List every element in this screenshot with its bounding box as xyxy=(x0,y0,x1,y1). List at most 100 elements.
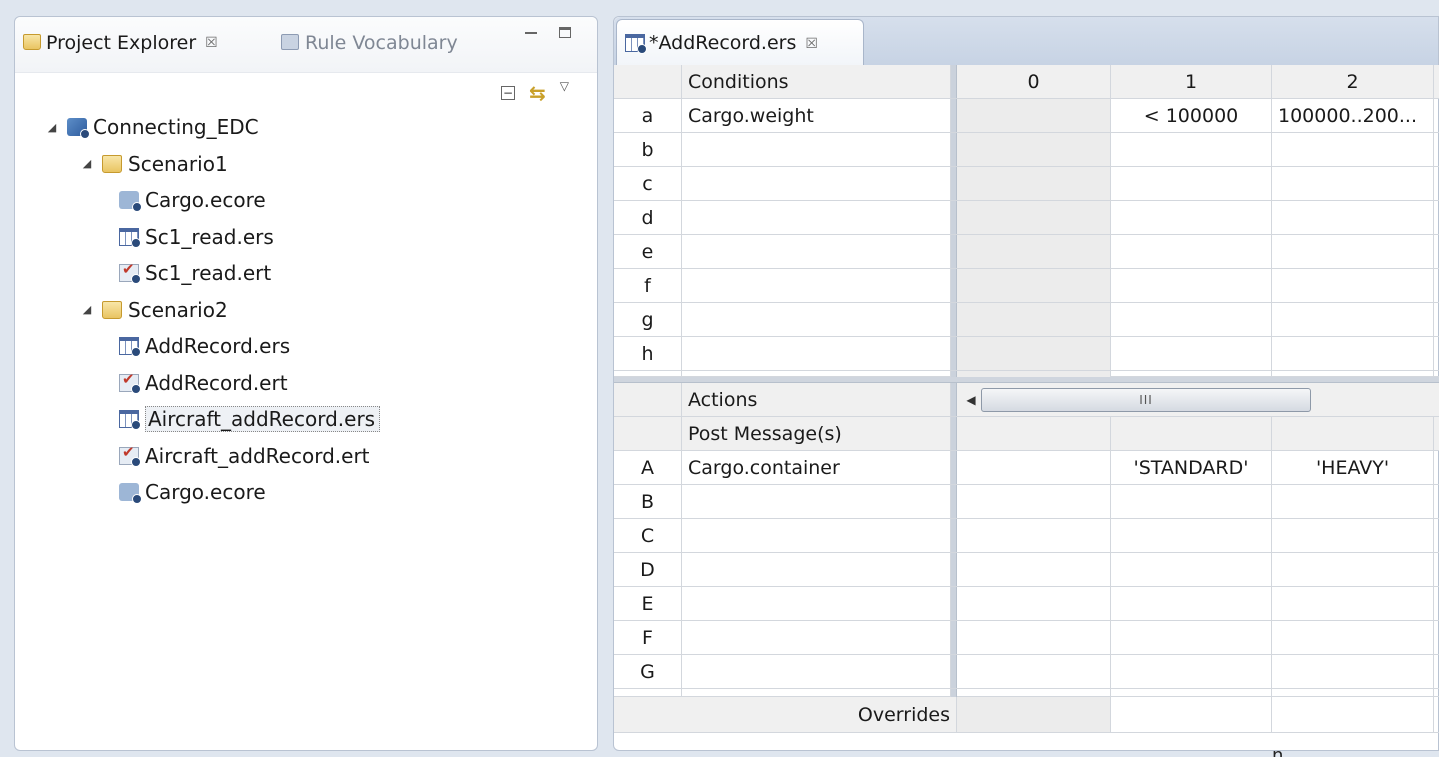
close-icon[interactable]: ☒ xyxy=(205,35,218,51)
view-menu-icon[interactable]: ▽ xyxy=(560,79,569,93)
action-row: F xyxy=(614,621,1439,655)
tab-project-explorer[interactable]: Project Explorer ☒ xyxy=(23,17,218,73)
tree-item[interactable]: AddRecord.ers xyxy=(15,328,597,365)
tree-item-label: Aircraft_addRecord.ers xyxy=(145,406,381,433)
condition-cell-0[interactable] xyxy=(957,303,1111,336)
condition-cell-1[interactable] xyxy=(1111,133,1272,166)
condition-cell-0[interactable] xyxy=(957,337,1111,370)
action-cell-1[interactable] xyxy=(1111,519,1272,552)
action-row-label[interactable] xyxy=(682,519,951,552)
tree-item[interactable]: ◢ Scenario1 xyxy=(15,146,597,183)
condition-row-label[interactable] xyxy=(682,133,951,166)
action-cell-2[interactable] xyxy=(1272,553,1434,586)
action-cell-0[interactable] xyxy=(957,587,1111,620)
column-header-0[interactable]: 0 xyxy=(957,65,1111,98)
condition-row-label[interactable] xyxy=(682,337,951,370)
action-row-label[interactable] xyxy=(682,587,951,620)
post-messages-row: Post Message(s) xyxy=(614,417,1439,451)
tree-item[interactable]: Sc1_read.ert xyxy=(15,255,597,292)
condition-cell-1[interactable] xyxy=(1111,201,1272,234)
tree-item[interactable]: ◢ Scenario2 xyxy=(15,292,597,329)
action-cell-0[interactable] xyxy=(957,621,1111,654)
condition-row-label[interactable] xyxy=(682,235,951,268)
expand-twisty-icon[interactable]: ◢ xyxy=(80,303,94,316)
action-cell-1[interactable] xyxy=(1111,587,1272,620)
condition-cell-2[interactable] xyxy=(1272,337,1434,370)
action-cell-0[interactable] xyxy=(957,451,1111,484)
condition-cell-2[interactable] xyxy=(1272,133,1434,166)
collapse-all-icon[interactable]: − xyxy=(501,86,515,100)
condition-cell-1[interactable]: < 100000 xyxy=(1111,99,1272,132)
action-row-letter: D xyxy=(614,553,682,586)
action-cell-1[interactable] xyxy=(1111,485,1272,518)
action-row-label[interactable]: Cargo.container xyxy=(682,451,951,484)
action-cell-0[interactable] xyxy=(957,553,1111,586)
column-header-1[interactable]: 1 xyxy=(1111,65,1272,98)
tree-item[interactable]: AddRecord.ert xyxy=(15,365,597,402)
action-row-label[interactable] xyxy=(682,485,951,518)
condition-row-label[interactable] xyxy=(682,303,951,336)
close-icon[interactable]: ☒ xyxy=(805,36,818,52)
action-cell-2[interactable]: 'HEAVY' xyxy=(1272,451,1434,484)
action-cell-2[interactable] xyxy=(1272,519,1434,552)
action-row-label[interactable] xyxy=(682,621,951,654)
tab-rule-vocabulary[interactable]: Rule Vocabulary xyxy=(281,17,458,73)
condition-cell-2[interactable]: 100000..200... xyxy=(1272,99,1434,132)
action-row-label[interactable] xyxy=(682,655,951,688)
condition-cell-2[interactable] xyxy=(1272,201,1434,234)
action-cell-1[interactable] xyxy=(1111,553,1272,586)
tree-item[interactable]: Aircraft_addRecord.ers xyxy=(15,401,597,438)
condition-row-label[interactable] xyxy=(682,201,951,234)
scroll-left-icon[interactable]: ◀ xyxy=(961,393,981,407)
condition-cell-2[interactable] xyxy=(1272,235,1434,268)
condition-row-label[interactable] xyxy=(682,269,951,302)
condition-cell-0[interactable] xyxy=(957,133,1111,166)
horizontal-scrollbar[interactable]: ◀ III xyxy=(957,383,1439,416)
tree-item[interactable]: Sc1_read.ers xyxy=(15,219,597,256)
tree-item[interactable]: Cargo.ecore xyxy=(15,474,597,511)
tree-item-label: Sc1_read.ert xyxy=(145,261,272,286)
action-cell-1[interactable]: 'STANDARD' xyxy=(1111,451,1272,484)
scrollbar-thumb[interactable]: III xyxy=(981,387,1311,412)
condition-cell-0[interactable] xyxy=(957,99,1111,132)
condition-cell-1[interactable] xyxy=(1111,303,1272,336)
link-with-editor-icon[interactable]: ⇆ xyxy=(529,81,546,105)
condition-cell-1[interactable] xyxy=(1111,269,1272,302)
action-cell-1[interactable] xyxy=(1111,621,1272,654)
action-cell-2[interactable] xyxy=(1272,655,1434,688)
condition-cell-0[interactable] xyxy=(957,269,1111,302)
action-cell-1[interactable] xyxy=(1111,655,1272,688)
override-cell-2[interactable] xyxy=(1272,697,1434,732)
condition-cell-1[interactable] xyxy=(1111,337,1272,370)
expand-twisty-icon[interactable]: ◢ xyxy=(45,121,59,134)
post-messages-label[interactable]: Post Message(s) xyxy=(682,417,951,450)
column-header-2[interactable]: 2 xyxy=(1272,65,1434,98)
action-cell-2[interactable] xyxy=(1272,587,1434,620)
condition-cell-2[interactable] xyxy=(1272,269,1434,302)
condition-cell-0[interactable] xyxy=(957,201,1111,234)
tree-item[interactable]: Aircraft_addRecord.ert xyxy=(15,438,597,475)
action-cell-2[interactable] xyxy=(1272,485,1434,518)
expand-twisty-icon[interactable]: ◢ xyxy=(80,157,94,170)
condition-cell-0[interactable] xyxy=(957,235,1111,268)
condition-row-label[interactable]: Cargo.weight xyxy=(682,99,951,132)
maximize-icon[interactable] xyxy=(559,27,571,38)
tree-item[interactable]: ◢ Connecting_EDC xyxy=(15,109,597,146)
action-cell-0[interactable] xyxy=(957,655,1111,688)
action-cell-2[interactable] xyxy=(1272,621,1434,654)
tab-addrecord-ers[interactable]: *AddRecord.ers ☒ xyxy=(616,19,864,65)
condition-row-label[interactable] xyxy=(682,167,951,200)
action-row-label[interactable] xyxy=(682,553,951,586)
override-cell-1[interactable] xyxy=(1111,697,1272,732)
tree-item-label: AddRecord.ert xyxy=(145,370,288,395)
action-cell-0[interactable] xyxy=(957,519,1111,552)
condition-cell-2[interactable] xyxy=(1272,167,1434,200)
condition-cell-0[interactable] xyxy=(957,167,1111,200)
condition-cell-1[interactable] xyxy=(1111,167,1272,200)
condition-cell-2[interactable] xyxy=(1272,303,1434,336)
condition-cell-1[interactable] xyxy=(1111,235,1272,268)
action-cell-0[interactable] xyxy=(957,485,1111,518)
minimize-icon[interactable] xyxy=(525,32,537,35)
tree-item[interactable]: Cargo.ecore xyxy=(15,182,597,219)
action-row-letter: B xyxy=(614,485,682,518)
